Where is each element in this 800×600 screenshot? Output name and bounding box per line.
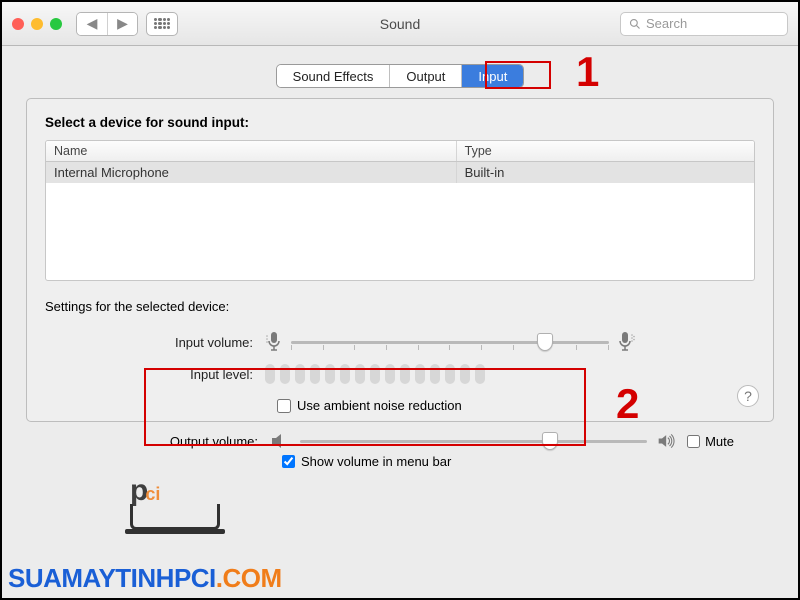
tab-output[interactable]: Output	[389, 65, 461, 87]
settings-label: Settings for the selected device:	[45, 299, 755, 314]
input-level-row: Input level:	[45, 358, 755, 390]
device-name: Internal Microphone	[46, 162, 457, 183]
grid-icon	[154, 18, 170, 30]
back-button[interactable]: ◀	[77, 13, 107, 35]
menubar-row: Show volume in menu bar	[26, 454, 774, 469]
device-settings: Input volume:	[45, 322, 755, 392]
input-panel: Select a device for sound input: Name Ty…	[26, 98, 774, 422]
slider-thumb[interactable]	[542, 432, 558, 450]
device-table: Name Type Internal Microphone Built-in	[45, 140, 755, 281]
window-frame: ◀ ▶ Sound Search Sound Effects Output In…	[0, 0, 800, 600]
tab-sound-effects[interactable]: Sound Effects	[277, 65, 390, 87]
input-level-meter	[265, 364, 485, 384]
tab-input[interactable]: Input	[461, 65, 523, 87]
show-all-button[interactable]	[146, 12, 178, 36]
window-body: Sound Effects Output Input Select a devi…	[2, 46, 798, 469]
close-icon[interactable]	[12, 18, 24, 30]
speaker-low-icon	[270, 432, 290, 450]
output-volume-slider[interactable]	[300, 432, 647, 450]
nav-segment: ◀ ▶	[76, 12, 138, 36]
select-device-label: Select a device for sound input:	[45, 115, 755, 130]
input-volume-slider[interactable]	[291, 333, 609, 351]
col-type[interactable]: Type	[457, 141, 754, 161]
titlebar: ◀ ▶ Sound Search	[2, 2, 798, 46]
search-placeholder: Search	[646, 16, 687, 31]
device-type: Built-in	[457, 162, 754, 183]
minimize-icon[interactable]	[31, 18, 43, 30]
forward-button[interactable]: ▶	[107, 13, 137, 35]
noise-reduction-label: Use ambient noise reduction	[297, 398, 462, 413]
table-body: Internal Microphone Built-in	[46, 162, 754, 280]
menubar-label: Show volume in menu bar	[301, 454, 451, 469]
watermark-text: SUAMAYTINHPCI.COM	[8, 563, 282, 594]
mic-low-icon	[265, 330, 283, 354]
noise-reduction-checkbox[interactable]	[277, 399, 291, 413]
noise-reduction-row: Use ambient noise reduction	[45, 398, 755, 413]
help-button[interactable]: ?	[737, 385, 759, 407]
mute-checkbox[interactable]	[687, 435, 700, 448]
speaker-high-icon	[657, 432, 677, 450]
menubar-checkbox[interactable]	[282, 455, 295, 468]
output-section: Output volume: Mute Show volume in	[26, 422, 774, 469]
search-icon	[629, 18, 641, 30]
input-volume-label: Input volume:	[45, 335, 265, 350]
tabs: Sound Effects Output Input	[26, 64, 774, 88]
search-field[interactable]: Search	[620, 12, 788, 36]
input-level-label: Input level:	[45, 367, 265, 382]
col-name[interactable]: Name	[46, 141, 457, 161]
slider-thumb[interactable]	[537, 333, 553, 351]
window-controls	[12, 18, 62, 30]
table-row[interactable]: Internal Microphone Built-in	[46, 162, 754, 183]
tab-segment: Sound Effects Output Input	[276, 64, 525, 88]
input-volume-row: Input volume:	[45, 326, 755, 358]
mic-high-icon	[617, 330, 635, 354]
watermark-logo: pci	[130, 474, 220, 530]
output-volume-row: Output volume: Mute	[26, 432, 774, 450]
output-volume-label: Output volume:	[26, 434, 270, 449]
mute-control: Mute	[687, 434, 734, 449]
zoom-icon[interactable]	[50, 18, 62, 30]
mute-label: Mute	[705, 434, 734, 449]
table-header: Name Type	[46, 141, 754, 162]
